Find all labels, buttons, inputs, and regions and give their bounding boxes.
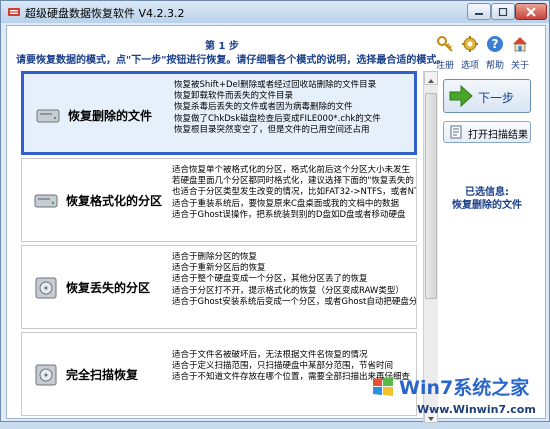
key-icon bbox=[437, 36, 453, 52]
arrow-up-icon bbox=[428, 79, 434, 83]
option-name: 完全扫描恢复 bbox=[66, 368, 139, 382]
help-icon: ? bbox=[487, 36, 503, 52]
minimize-icon bbox=[475, 12, 483, 15]
option-name: 恢复格式化的分区 bbox=[66, 194, 163, 208]
title-bar[interactable]: 超级硬盘数据恢复软件 V4.2.3.2 bbox=[1, 1, 549, 23]
option-recover-deleted[interactable]: 恢复删除的文件 恢复被Shift+Del删除或者经过回收站删除的文件目录 恢复卸… bbox=[21, 71, 417, 155]
open-scan-results-label: 打开扫描结果 bbox=[468, 130, 528, 141]
about-button[interactable]: 关于 bbox=[508, 35, 532, 71]
app-icon bbox=[8, 8, 20, 16]
option-line: 恢复被Shift+Del删除或者经过回收站删除的文件目录 bbox=[174, 80, 377, 90]
windows-logo-icon bbox=[373, 377, 393, 396]
option-description: 恢复被Shift+Del删除或者经过回收站删除的文件目录 恢复卸载软件而丢失的文… bbox=[174, 80, 418, 136]
arrow-right-icon bbox=[449, 84, 473, 108]
svg-text:?: ? bbox=[492, 37, 499, 51]
recovery-mode-list: 恢复删除的文件 恢复被Shift+Del删除或者经过回收站删除的文件目录 恢复卸… bbox=[21, 71, 421, 423]
option-line: 恢复做了ChkDsk磁盘检查后变成FILE000*.chk的文件 bbox=[174, 113, 381, 124]
step-label: 第 1 步 bbox=[205, 41, 239, 52]
instruction-text: 请要恢复数据的模式，点"下一步"按钮进行恢复。请仔细看各个模式的说明，选择最合适… bbox=[16, 55, 447, 66]
watermark: Win7系统之家 Www.Winwin7.com bbox=[371, 373, 546, 419]
option-line: 适合于Ghost误操作，把系统装到别的D盘如D盘或者移动硬盘 bbox=[172, 209, 406, 220]
option-line: 适合于重装系统后，要恢复原来C盘桌面或我的文档中的数据 bbox=[172, 198, 399, 209]
option-line: 适合于定义扫描范围，只扫描硬盘中某部分范围，节省时间 bbox=[172, 361, 394, 372]
home-icon bbox=[513, 37, 527, 52]
window-title: 超级硬盘数据恢复软件 V4.2.3.2 bbox=[25, 7, 185, 20]
selection-info-label: 已选信息: bbox=[465, 187, 509, 198]
hard-drive-icon bbox=[36, 109, 60, 123]
option-line: 适合于重新分区后的恢复 bbox=[172, 263, 266, 274]
document-icon bbox=[450, 125, 462, 139]
option-line: 适合于分区打不开，提示格式化的恢复（分区变成RAW类型） bbox=[172, 285, 404, 296]
selection-info-value: 恢复删除的文件 bbox=[452, 200, 522, 211]
option-description: 适合于删除分区的恢复 适合于重新分区后的恢复 适合于整个硬盘变成一个分区，其他分… bbox=[172, 252, 416, 308]
disk-platter-icon bbox=[35, 364, 57, 386]
list-scrollbar[interactable] bbox=[423, 71, 438, 423]
option-line: 恢复卸载软件而丢失的文件目录 bbox=[174, 91, 294, 102]
app-window: 超级硬盘数据恢复软件 V4.2.3.2 第 1 步 请要恢复数据的模式，点"下一… bbox=[0, 0, 550, 423]
help-button[interactable]: ? 帮助 bbox=[483, 35, 507, 71]
selection-info: 已选信息: 恢复删除的文件 bbox=[441, 186, 533, 212]
option-line: 适合于整个硬盘变成一个分区，其他分区丢了的恢复 bbox=[172, 274, 368, 285]
hard-drive-icon bbox=[34, 194, 58, 208]
gear-icon bbox=[462, 36, 478, 52]
watermark-brand: Win7系统之家 bbox=[399, 377, 530, 399]
disk-platter-icon bbox=[35, 277, 57, 299]
option-line: 若硬盘里面几个分区都同时格式化，建议选择下面的"恢复丢失的 bbox=[172, 176, 414, 187]
open-scan-results-button[interactable]: 打开扫描结果 bbox=[443, 121, 531, 143]
next-button[interactable]: 下一步 bbox=[443, 79, 531, 113]
option-line: 适合恢复单个被格式化的分区，格式化前后这个分区大小未发生 bbox=[172, 165, 411, 175]
register-label: 注册 bbox=[435, 61, 454, 71]
maximize-button[interactable] bbox=[491, 3, 515, 20]
close-button[interactable] bbox=[515, 3, 547, 20]
close-icon bbox=[526, 6, 536, 17]
option-recover-lost-partition[interactable]: 恢复丢失的分区 适合于删除分区的恢复 适合于重新分区后的恢复 适合于整个硬盘变成… bbox=[21, 245, 417, 329]
option-name: 恢复丢失的分区 bbox=[66, 281, 151, 295]
option-line: 恢复杀毒后丢失的文件或者因为病毒删除的文件 bbox=[174, 102, 353, 113]
option-line: 适合于删除分区的恢复 bbox=[172, 252, 258, 262]
minimize-button[interactable] bbox=[467, 3, 491, 20]
watermark-url: Www.Winwin7.com bbox=[417, 403, 536, 416]
option-description: 适合恢复单个被格式化的分区，格式化前后这个分区大小未发生 若硬盘里面几个分区都同… bbox=[172, 165, 416, 221]
scroll-thumb[interactable] bbox=[425, 93, 437, 299]
option-line: 适合于文件名被破坏后，无法根据文件名恢复的情况 bbox=[172, 350, 368, 360]
scroll-up-button[interactable] bbox=[424, 71, 438, 85]
option-full-scan[interactable]: 完全扫描恢复 适合于文件名被破坏后，无法根据文件名恢复的情况 适合于定义扫描范围… bbox=[21, 332, 417, 416]
about-label: 关于 bbox=[510, 61, 529, 71]
option-name: 恢复删除的文件 bbox=[68, 109, 153, 123]
option-line: 适合于Ghost安装系统后变成一个分区，或者Ghost自动把硬盘分 bbox=[172, 296, 416, 307]
help-label: 帮助 bbox=[485, 61, 504, 71]
options-label: 选项 bbox=[460, 61, 479, 71]
option-line: 恢复根目录突然变空了，但是文件的已用空间还占用 bbox=[174, 124, 370, 135]
register-button[interactable]: 注册 bbox=[433, 35, 457, 71]
options-button[interactable]: 选项 bbox=[458, 35, 482, 71]
next-label: 下一步 bbox=[478, 91, 515, 105]
maximize-icon bbox=[498, 7, 508, 16]
option-recover-formatted[interactable]: 恢复格式化的分区 适合恢复单个被格式化的分区，格式化前后这个分区大小未发生 若硬… bbox=[21, 158, 417, 242]
option-line: 也适合于分区类型发生改变的情况，比如FAT32->NTFS，或者NT bbox=[172, 187, 416, 198]
